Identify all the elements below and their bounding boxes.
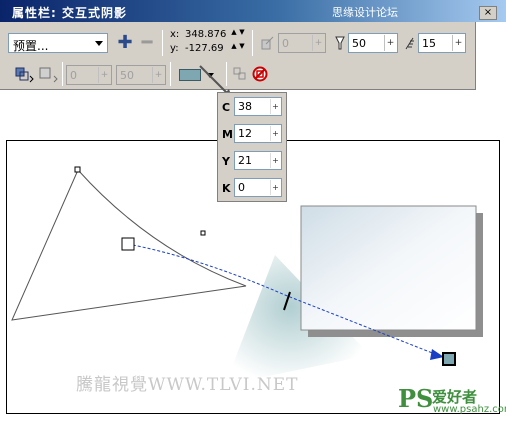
opacity-icon (335, 36, 345, 50)
shadow-angle-icon (261, 36, 274, 50)
cmyk-input[interactable]: 12 + (234, 124, 282, 143)
cmyk-row-c[interactable]: C 38 + (218, 97, 288, 117)
cmyk-label: K (222, 182, 231, 195)
x-label: x: (170, 29, 180, 40)
cmyk-row-k[interactable]: K 0 + (218, 178, 288, 198)
shadow-angle-field: 0 + (278, 33, 326, 53)
cmyk-input[interactable]: 21 + (234, 151, 282, 170)
feather-direction-icon[interactable] (14, 66, 36, 84)
spin-icon: + (152, 67, 164, 83)
watermark-tlvi: 騰龍視覺WWW.TLVI.NET (76, 375, 299, 395)
cmyk-label: C (222, 101, 231, 114)
remove-preset-icon[interactable]: ━ (137, 33, 157, 53)
clear-shadow-icon[interactable] (252, 66, 268, 82)
cmyk-label: Y (222, 155, 230, 168)
x-spin-down-icon[interactable]: ▼ (238, 28, 246, 36)
separator (170, 62, 171, 86)
feather-edges-icon[interactable] (38, 66, 60, 84)
y-spin-up-icon[interactable]: ▲ (230, 42, 238, 50)
opacity-field[interactable]: 50 + (348, 33, 398, 53)
fade-value: 0 (70, 69, 77, 82)
cmyk-label: M (222, 128, 233, 141)
spin-icon: + (270, 153, 280, 168)
feather-value: 15 (422, 37, 436, 50)
chevron-down-icon[interactable] (92, 36, 105, 50)
separator (62, 62, 63, 86)
y-value[interactable]: -127.69 (185, 43, 224, 54)
window-title: 属性栏: 交互式阴影 (12, 6, 127, 20)
stretch-field: 50 + (116, 65, 166, 85)
x-value[interactable]: 348.876 (185, 29, 226, 40)
close-icon[interactable]: × (479, 6, 497, 20)
spin-icon: + (270, 99, 280, 114)
cmyk-input[interactable]: 38 + (234, 97, 282, 116)
preset-dropdown[interactable]: 预置... (8, 33, 108, 53)
spin-icon: + (312, 35, 324, 51)
add-preset-icon[interactable]: ✚ (115, 33, 135, 53)
feather-field[interactable]: 15 + (418, 33, 466, 53)
ps-url: www.psahz.com (433, 404, 506, 415)
spin-icon: + (270, 126, 280, 141)
ps-logo: PS (398, 384, 434, 413)
spin-icon: + (98, 67, 110, 83)
spin-icon: + (270, 180, 280, 195)
feather-icon (405, 37, 414, 50)
preset-value: 预置... (13, 39, 49, 53)
separator (162, 30, 163, 56)
spin-icon[interactable]: + (452, 35, 464, 51)
opacity-value: 50 (352, 37, 366, 50)
y-label: y: (170, 43, 179, 54)
separator (252, 30, 253, 56)
x-spin-up-icon[interactable]: ▲ (230, 28, 238, 36)
cmyk-row-m[interactable]: M 12 + (218, 124, 288, 144)
fade-field: 0 + (66, 65, 112, 85)
cmyk-row-y[interactable]: Y 21 + (218, 151, 288, 171)
cmyk-input[interactable]: 0 + (234, 178, 282, 197)
title-bar: 属性栏: 交互式阴影 思缘设计论坛 www.MISSYUAN.COM (0, 0, 506, 33)
shadow-angle-value: 0 (282, 37, 289, 50)
cmyk-popup: C 38 + M 12 + Y 21 + K 0 + (217, 92, 287, 202)
spin-icon[interactable]: + (384, 35, 396, 51)
stretch-value: 50 (120, 69, 134, 82)
y-spin-down-icon[interactable]: ▼ (238, 42, 246, 50)
